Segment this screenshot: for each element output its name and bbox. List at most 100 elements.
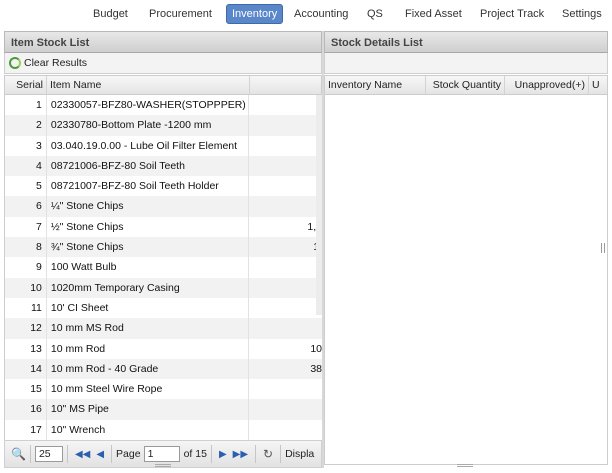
row-item-name: 10" Wrench bbox=[47, 419, 250, 440]
item-stock-grid-header: Serial Item Name bbox=[4, 75, 322, 95]
row-serial: 15 bbox=[5, 379, 47, 400]
next-page-icon[interactable]: ▶ bbox=[219, 449, 227, 460]
right-bottom-grip[interactable] bbox=[457, 464, 473, 467]
row-serial: 8 bbox=[5, 237, 47, 258]
display-info-label: Displa bbox=[285, 448, 315, 460]
nav-procurement[interactable]: Procurement bbox=[144, 4, 217, 24]
row-item-name: 08721007-BFZ-80 Soil Teeth Holder bbox=[47, 176, 250, 197]
column-item-name[interactable]: Item Name bbox=[47, 76, 250, 94]
row-quantity bbox=[249, 318, 322, 338]
column-stock-quantity[interactable]: Stock Quantity bbox=[426, 76, 505, 94]
table-row[interactable]: 7 ½" Stone Chips 1,2 bbox=[5, 216, 322, 238]
pager-divider bbox=[29, 445, 31, 463]
stock-details-list-header: Stock Details List bbox=[324, 31, 608, 53]
row-quantity bbox=[249, 257, 322, 277]
nav-settings[interactable]: Settings bbox=[557, 4, 607, 24]
row-item-name: 100 Watt Bulb bbox=[47, 257, 250, 278]
row-quantity bbox=[249, 95, 322, 115]
table-row[interactable]: 10 1020mm Temporary Casing bbox=[5, 277, 322, 298]
nav-inventory[interactable]: Inventory bbox=[226, 4, 284, 24]
column-unapproved-plus[interactable]: Unapproved(+) bbox=[505, 76, 589, 94]
table-row[interactable]: 12 10 mm MS Rod bbox=[5, 318, 322, 339]
row-quantity bbox=[249, 136, 322, 156]
table-row[interactable]: 8¾" Stone Chips1, bbox=[5, 237, 322, 258]
row-quantity bbox=[249, 379, 322, 399]
last-page-icon[interactable]: ▶▶ bbox=[233, 449, 248, 460]
nav-accounting[interactable]: Accounting bbox=[289, 4, 353, 24]
row-quantity: 10 bbox=[310, 342, 322, 355]
pager-divider bbox=[210, 445, 212, 463]
column-serial[interactable]: Serial bbox=[5, 76, 47, 94]
row-item-name: 02330780-Bottom Plate -1200 mm bbox=[47, 115, 250, 136]
stock-details-list-title: Stock Details List bbox=[331, 37, 423, 49]
stock-details-toolbar bbox=[324, 53, 608, 74]
row-serial: 4 bbox=[5, 155, 47, 177]
table-row[interactable]: 3 03.040.19.0.00 - Lube Oil Filter Elemen… bbox=[5, 135, 322, 156]
row-quantity: 38 bbox=[310, 362, 322, 375]
table-row[interactable]: 15 10 mm Steel Wire Rope bbox=[5, 379, 322, 400]
nav-project-track[interactable]: Project Track bbox=[475, 4, 549, 24]
table-row[interactable]: 6 ¼" Stone Chips bbox=[5, 196, 322, 217]
row-serial: 6 bbox=[5, 196, 47, 217]
row-serial: 7 bbox=[5, 216, 47, 238]
pager-divider bbox=[66, 445, 68, 463]
row-quantity bbox=[249, 298, 322, 318]
row-quantity bbox=[249, 278, 322, 298]
row-quantity bbox=[249, 176, 322, 196]
nav-fixed-asset[interactable]: Fixed Asset bbox=[400, 4, 467, 24]
panel-splitter[interactable] bbox=[322, 31, 324, 468]
previous-page-icon[interactable]: ◀ bbox=[96, 449, 104, 460]
row-quantity bbox=[249, 420, 322, 440]
item-stock-list-title: Item Stock List bbox=[11, 37, 90, 49]
row-serial: 17 bbox=[5, 419, 47, 440]
refresh-icon bbox=[9, 57, 21, 69]
stock-details-body bbox=[324, 95, 608, 465]
row-serial: 3 bbox=[5, 135, 47, 156]
table-row[interactable]: 17 10" Wrench bbox=[5, 419, 322, 440]
row-serial: 12 bbox=[5, 318, 47, 339]
row-item-name: 02330057-BFZ80-WASHER(STOPPPER) bbox=[47, 95, 250, 116]
table-row[interactable]: 2 02330780-Bottom Plate -1200 mm bbox=[5, 115, 322, 136]
row-quantity bbox=[249, 115, 322, 135]
table-row[interactable]: 16 10" MS Pipe bbox=[5, 399, 322, 420]
search-icon[interactable]: 🔍 bbox=[11, 447, 26, 461]
pager-divider bbox=[255, 445, 257, 463]
row-item-name: 10 mm Rod - 40 Grade bbox=[47, 358, 250, 380]
row-serial: 14 bbox=[5, 358, 47, 380]
row-serial: 2 bbox=[5, 115, 47, 136]
row-serial: 11 bbox=[5, 297, 47, 319]
first-page-icon[interactable]: ◀◀ bbox=[75, 449, 90, 460]
item-stock-rows: 1 02330057-BFZ80-WASHER(STOPPPER) 2 0233078… bbox=[4, 95, 322, 440]
right-resize-grip[interactable] bbox=[601, 243, 605, 253]
row-item-name: ½" Stone Chips bbox=[47, 216, 250, 238]
item-stock-list-header: Item Stock List bbox=[4, 31, 322, 53]
table-row[interactable]: 1 02330057-BFZ80-WASHER(STOPPPER) bbox=[5, 95, 322, 116]
table-row[interactable]: 14 10 mm Rod - 40 Grade 38 bbox=[5, 358, 322, 380]
nav-budget[interactable]: Budget bbox=[88, 4, 133, 24]
row-serial: 13 bbox=[5, 338, 47, 359]
nav-qs[interactable]: QS bbox=[362, 4, 388, 24]
pager-divider bbox=[111, 445, 113, 463]
row-serial: 9 bbox=[5, 257, 47, 278]
row-quantity bbox=[249, 196, 322, 216]
table-row[interactable]: 9 100 Watt Bulb bbox=[5, 257, 322, 278]
row-quantity: 1,2 bbox=[307, 220, 322, 233]
table-row[interactable]: 11 10' CI Sheet bbox=[5, 297, 322, 319]
top-navigation: Budget Procurement Inventory Accounting … bbox=[0, 0, 612, 30]
column-inventory-name[interactable]: Inventory Name bbox=[325, 76, 426, 94]
row-item-name: 08721006-BFZ-80 Soil Teeth bbox=[47, 155, 250, 177]
table-row[interactable]: 5 08721007-BFZ-80 Soil Teeth Holder bbox=[5, 176, 322, 197]
page-number-input[interactable]: 1 bbox=[143, 446, 180, 462]
left-bottom-grip[interactable] bbox=[155, 464, 171, 467]
row-item-name: 10" MS Pipe bbox=[47, 399, 250, 420]
clear-results-label: Clear Results bbox=[24, 57, 88, 69]
clear-results-button[interactable]: Clear Results bbox=[9, 55, 87, 71]
column-quantity[interactable] bbox=[250, 76, 320, 94]
reload-icon[interactable]: ↻ bbox=[263, 447, 273, 461]
table-row[interactable]: 13 10 mm Rod 10 bbox=[5, 338, 322, 359]
row-item-name: 10' CI Sheet bbox=[47, 297, 250, 319]
row-serial: 10 bbox=[5, 277, 47, 298]
column-unapproved-minus[interactable]: U bbox=[589, 76, 607, 94]
page-size-input[interactable]: 25 bbox=[34, 446, 63, 462]
table-row[interactable]: 4 08721006-BFZ-80 Soil Teeth bbox=[5, 155, 322, 177]
